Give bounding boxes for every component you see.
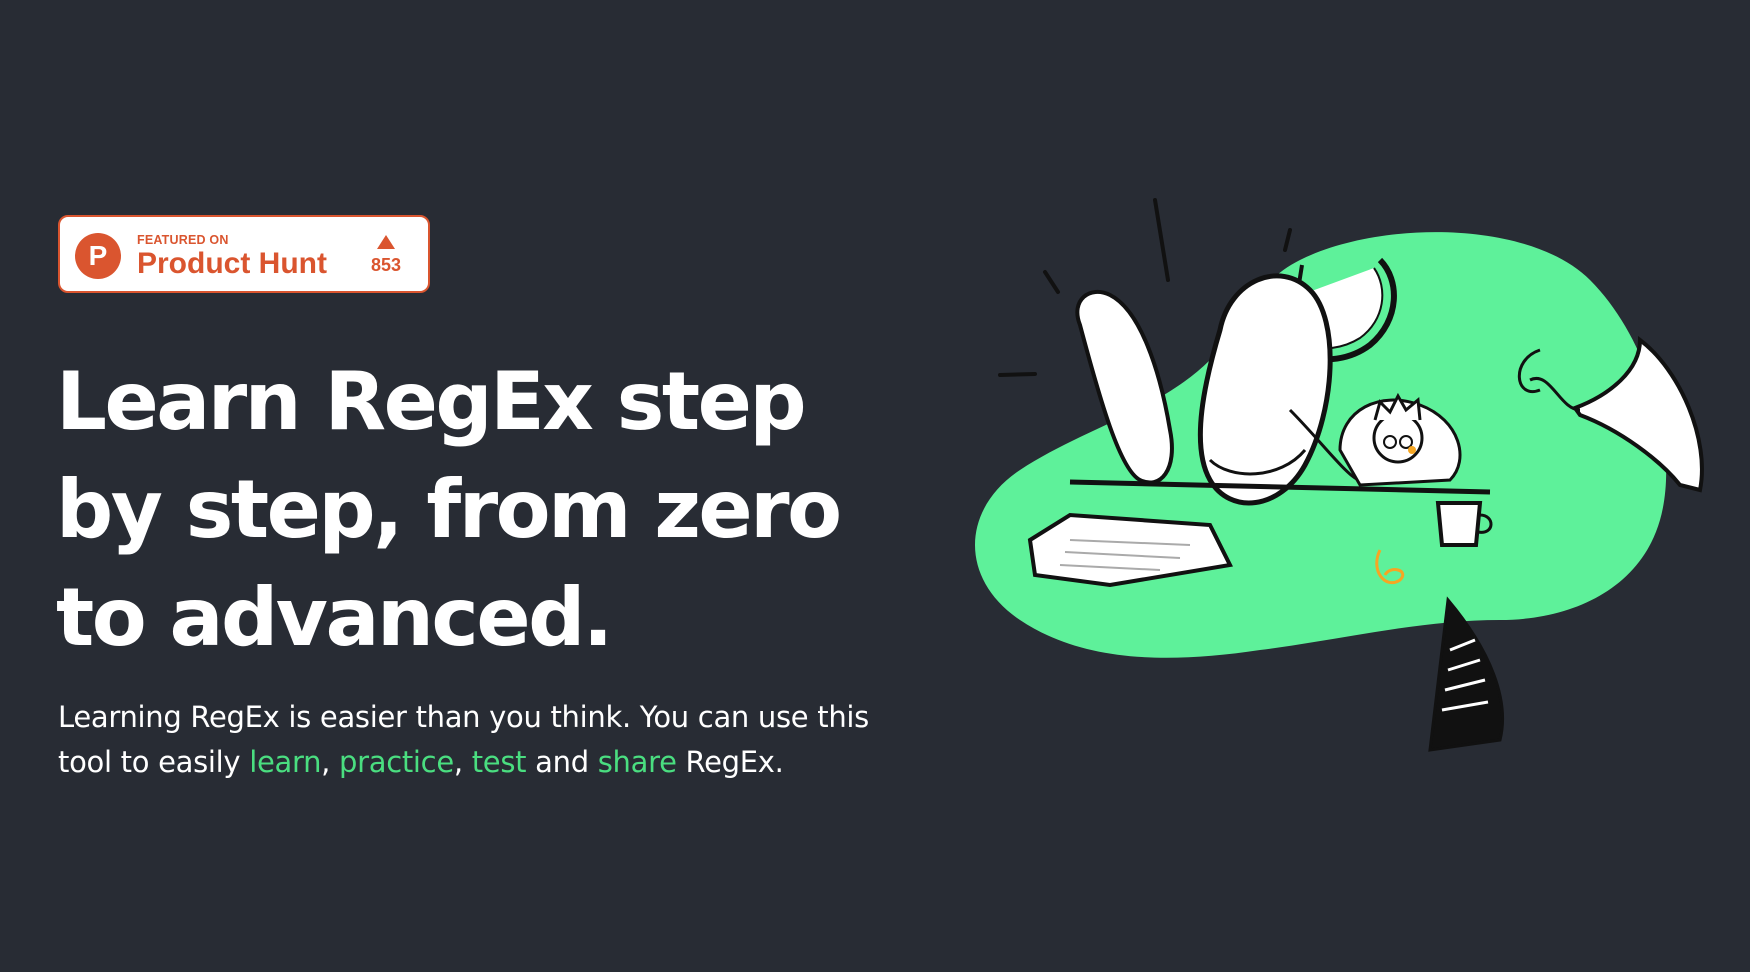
separator-text: , [321,745,339,779]
learn-link[interactable]: learn [249,745,321,779]
upvote-counter: 853 [366,233,406,275]
product-hunt-logo-icon: P [75,233,121,279]
hero-headline: Learn RegEx step by step, from zero to a… [56,355,842,664]
product-hunt-badge[interactable]: P FEATURED ON Product Hunt 853 [58,215,430,293]
share-link[interactable]: share [598,745,677,779]
test-link[interactable]: test [472,745,527,779]
description-text: and [526,745,598,779]
featured-on-label: FEATURED ON [137,233,229,247]
product-hunt-text: FEATURED ON Product Hunt [137,233,327,281]
description-text: RegEx. [676,745,784,779]
upvote-count: 853 [370,255,402,275]
developer-relaxing-illustration [975,198,1704,752]
landing-page: P FEATURED ON Product Hunt 853 Learn Reg… [0,0,1750,972]
hero-description: Learning RegEx is easier than you think.… [58,695,918,785]
product-hunt-name: Product Hunt [137,247,327,280]
upvote-triangle-icon [377,235,395,249]
separator-text: , [453,745,472,779]
practice-link[interactable]: practice [339,745,454,779]
